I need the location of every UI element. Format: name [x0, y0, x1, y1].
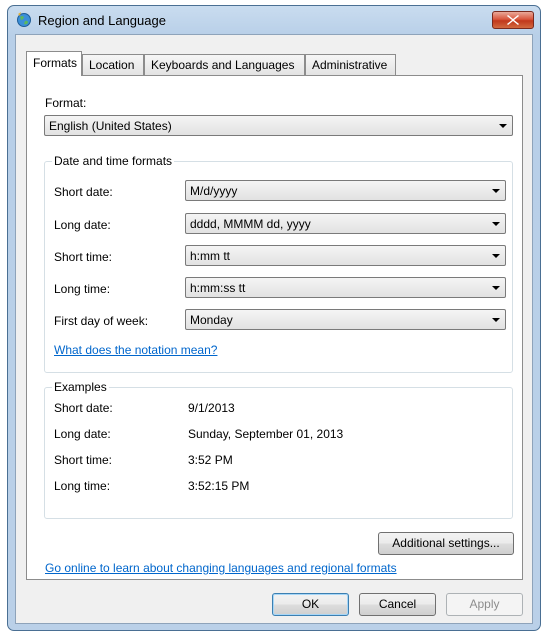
format-value: English (United States)	[49, 119, 172, 133]
chevron-down-icon	[492, 189, 500, 193]
chevron-down-icon	[492, 286, 500, 290]
short-date-select[interactable]: M/d/yyyy	[185, 180, 506, 201]
ok-button[interactable]: OK	[272, 593, 349, 616]
examples-title: Examples	[52, 380, 109, 394]
example-long-date-value: Sunday, September 01, 2013	[188, 427, 344, 441]
dialog-client: Formats Location Keyboards and Languages…	[15, 34, 533, 624]
cancel-button[interactable]: Cancel	[359, 593, 436, 616]
example-short-date-value: 9/1/2013	[188, 401, 235, 415]
format-label: Format:	[45, 96, 87, 110]
formats-panel: Format: English (United States) Date and…	[26, 75, 523, 580]
window-title: Region and Language	[38, 13, 166, 28]
long-time-select[interactable]: h:mm:ss tt	[185, 277, 506, 298]
chevron-down-icon	[492, 318, 500, 322]
example-long-time-label: Long time:	[54, 479, 111, 493]
tab-location[interactable]: Location	[82, 54, 144, 75]
short-time-value: h:mm tt	[190, 249, 231, 263]
short-date-value: M/d/yyyy	[190, 184, 238, 198]
first-day-select[interactable]: Monday	[185, 309, 506, 330]
date-time-formats-group: Date and time formats Short date: M/d/yy…	[44, 154, 513, 373]
title-bar[interactable]: Region and Language	[8, 6, 540, 34]
close-icon	[507, 15, 519, 25]
date-time-formats-title: Date and time formats	[52, 154, 175, 168]
additional-settings-button[interactable]: Additional settings...	[378, 532, 514, 555]
short-date-label: Short date:	[54, 185, 113, 199]
format-select[interactable]: English (United States)	[44, 115, 513, 136]
example-short-time-value: 3:52 PM	[188, 453, 233, 467]
tab-administrative[interactable]: Administrative	[305, 54, 396, 75]
short-time-label: Short time:	[54, 250, 113, 264]
first-day-value: Monday	[190, 313, 233, 327]
examples-group: Examples Short date: 9/1/2013 Long date:…	[44, 380, 513, 519]
example-short-time-label: Short time:	[54, 453, 113, 467]
chevron-down-icon	[492, 254, 500, 258]
long-date-value: dddd, MMMM dd, yyyy	[190, 217, 311, 231]
notation-help-link[interactable]: What does the notation mean?	[54, 343, 217, 357]
example-long-time-value: 3:52:15 PM	[188, 479, 250, 493]
globe-icon	[16, 12, 32, 28]
long-time-label: Long time:	[54, 282, 111, 296]
long-time-value: h:mm:ss tt	[190, 281, 246, 295]
example-long-date-label: Long date:	[54, 427, 111, 441]
tab-formats[interactable]: Formats	[26, 51, 82, 76]
chevron-down-icon	[499, 124, 507, 128]
example-short-date-label: Short date:	[54, 401, 113, 415]
long-date-select[interactable]: dddd, MMMM dd, yyyy	[185, 213, 506, 234]
close-button[interactable]	[492, 11, 534, 29]
region-language-dialog: Region and Language Formats Location Key…	[7, 5, 541, 631]
first-day-label: First day of week:	[54, 314, 149, 328]
chevron-down-icon	[492, 222, 500, 226]
short-time-select[interactable]: h:mm tt	[185, 245, 506, 266]
apply-button[interactable]: Apply	[446, 593, 523, 616]
tab-keyboards-languages[interactable]: Keyboards and Languages	[144, 54, 305, 75]
long-date-label: Long date:	[54, 218, 111, 232]
online-languages-link[interactable]: Go online to learn about changing langua…	[45, 561, 397, 575]
